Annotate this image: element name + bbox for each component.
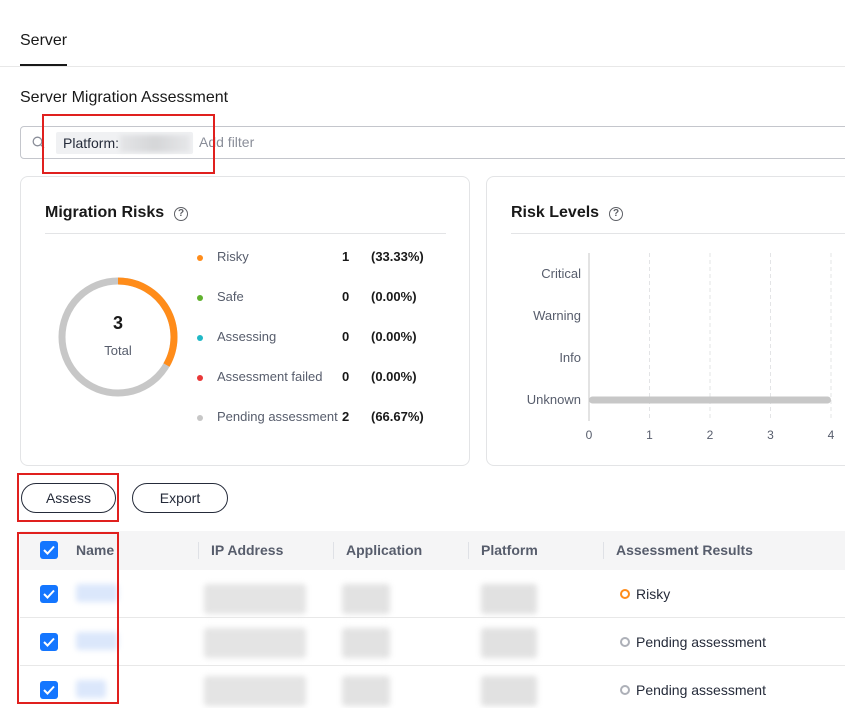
application-redacted [342, 584, 390, 614]
legend-count: 0 [342, 329, 350, 344]
tab-server[interactable]: Server [20, 32, 67, 50]
ip-address-redacted [204, 628, 306, 658]
platform-redacted [481, 676, 537, 706]
assessment-result: Pending assessment [636, 634, 766, 650]
table-row[interactable]: Pending assessment [20, 618, 845, 666]
legend-count: 0 [342, 369, 350, 384]
divider [45, 233, 446, 234]
legend-dot [197, 295, 203, 301]
legend-count: 0 [342, 289, 350, 304]
status-risky-icon [620, 589, 630, 599]
risk-levels-bar-chart: 0 1 2 3 4 Critical Warning Info Unknown [527, 253, 835, 442]
table-header: Name IP Address Application Platform Ass… [20, 531, 845, 570]
legend-percent: (0.00%) [371, 369, 417, 384]
legend-percent: (66.67%) [371, 409, 424, 424]
highlight-box-checkboxes [17, 532, 119, 704]
legend-dot [197, 255, 203, 261]
legend-dot [197, 415, 203, 421]
legend-percent: (0.00%) [371, 329, 417, 344]
legend-percent: (33.33%) [371, 249, 424, 264]
assessment-result: Risky [636, 586, 671, 602]
tab-bar: Server [0, 0, 845, 67]
x-tick-label: 0 [586, 428, 593, 442]
x-tick-label: 3 [767, 428, 774, 442]
donut-total-label: Total [104, 343, 132, 358]
help-icon[interactable]: ? [174, 207, 188, 221]
highlight-box-filter [42, 114, 215, 174]
y-category-label: Critical [541, 266, 581, 281]
legend-count: 1 [342, 249, 350, 264]
donut-total-value: 3 [112, 313, 123, 333]
y-category-label: Info [559, 350, 581, 365]
x-tick-label: 4 [828, 428, 835, 442]
column-header-application[interactable]: Application [346, 542, 422, 558]
legend-count: 2 [342, 409, 350, 424]
legend-dot [197, 335, 203, 341]
legend-label: Pending assessment [217, 409, 338, 424]
table-row[interactable]: Pending assessment [20, 666, 845, 708]
column-divider [468, 542, 469, 559]
column-header-assessment-results[interactable]: Assessment Results [616, 542, 753, 558]
highlight-box-assess [17, 473, 119, 522]
legend-percent: (0.00%) [371, 289, 417, 304]
migration-risks-card: Migration Risks ? 3 Total Risky 1 (33.33… [20, 176, 470, 466]
bar-unknown [589, 396, 831, 404]
legend-dot [197, 375, 203, 381]
legend-item-pending-assessment: Pending assessment 2 (66.67%) [197, 409, 457, 427]
x-tick-label: 2 [707, 428, 714, 442]
status-pending-icon [620, 637, 630, 647]
application-redacted [342, 676, 390, 706]
legend-label: Risky [217, 249, 249, 264]
legend-label: Assessment failed [217, 369, 323, 384]
column-divider [333, 542, 334, 559]
platform-redacted [481, 584, 537, 614]
legend-item-assessment-failed: Assessment failed 0 (0.00%) [197, 369, 457, 387]
legend-label: Assessing [217, 329, 277, 344]
column-header-ip-address[interactable]: IP Address [211, 542, 283, 558]
ip-address-redacted [204, 584, 306, 614]
y-category-label: Warning [533, 308, 581, 323]
table-row[interactable]: Risky [20, 570, 845, 618]
platform-redacted [481, 628, 537, 658]
column-divider [198, 542, 199, 559]
legend-item-risky: Risky 1 (33.33%) [197, 249, 457, 267]
status-pending-icon [620, 685, 630, 695]
ip-address-redacted [204, 676, 306, 706]
legend-item-assessing: Assessing 0 (0.00%) [197, 329, 457, 347]
page-title: Server Migration Assessment [20, 89, 229, 106]
y-category-label: Unknown [527, 392, 581, 407]
legend-label: Safe [217, 289, 244, 304]
risk-levels-card: Risk Levels ? 0 1 2 3 4 Critical Warning Info Un… [486, 176, 845, 466]
legend-item-safe: Safe 0 (0.00%) [197, 289, 457, 307]
column-header-platform[interactable]: Platform [481, 542, 538, 558]
x-tick-label: 1 [646, 428, 653, 442]
card-title: Migration Risks [45, 204, 165, 221]
tab-active-indicator [20, 64, 67, 66]
export-button[interactable]: Export [132, 483, 228, 513]
column-divider [603, 542, 604, 559]
assessment-result: Pending assessment [636, 682, 766, 698]
application-redacted [342, 628, 390, 658]
risk-donut-chart [58, 277, 178, 397]
